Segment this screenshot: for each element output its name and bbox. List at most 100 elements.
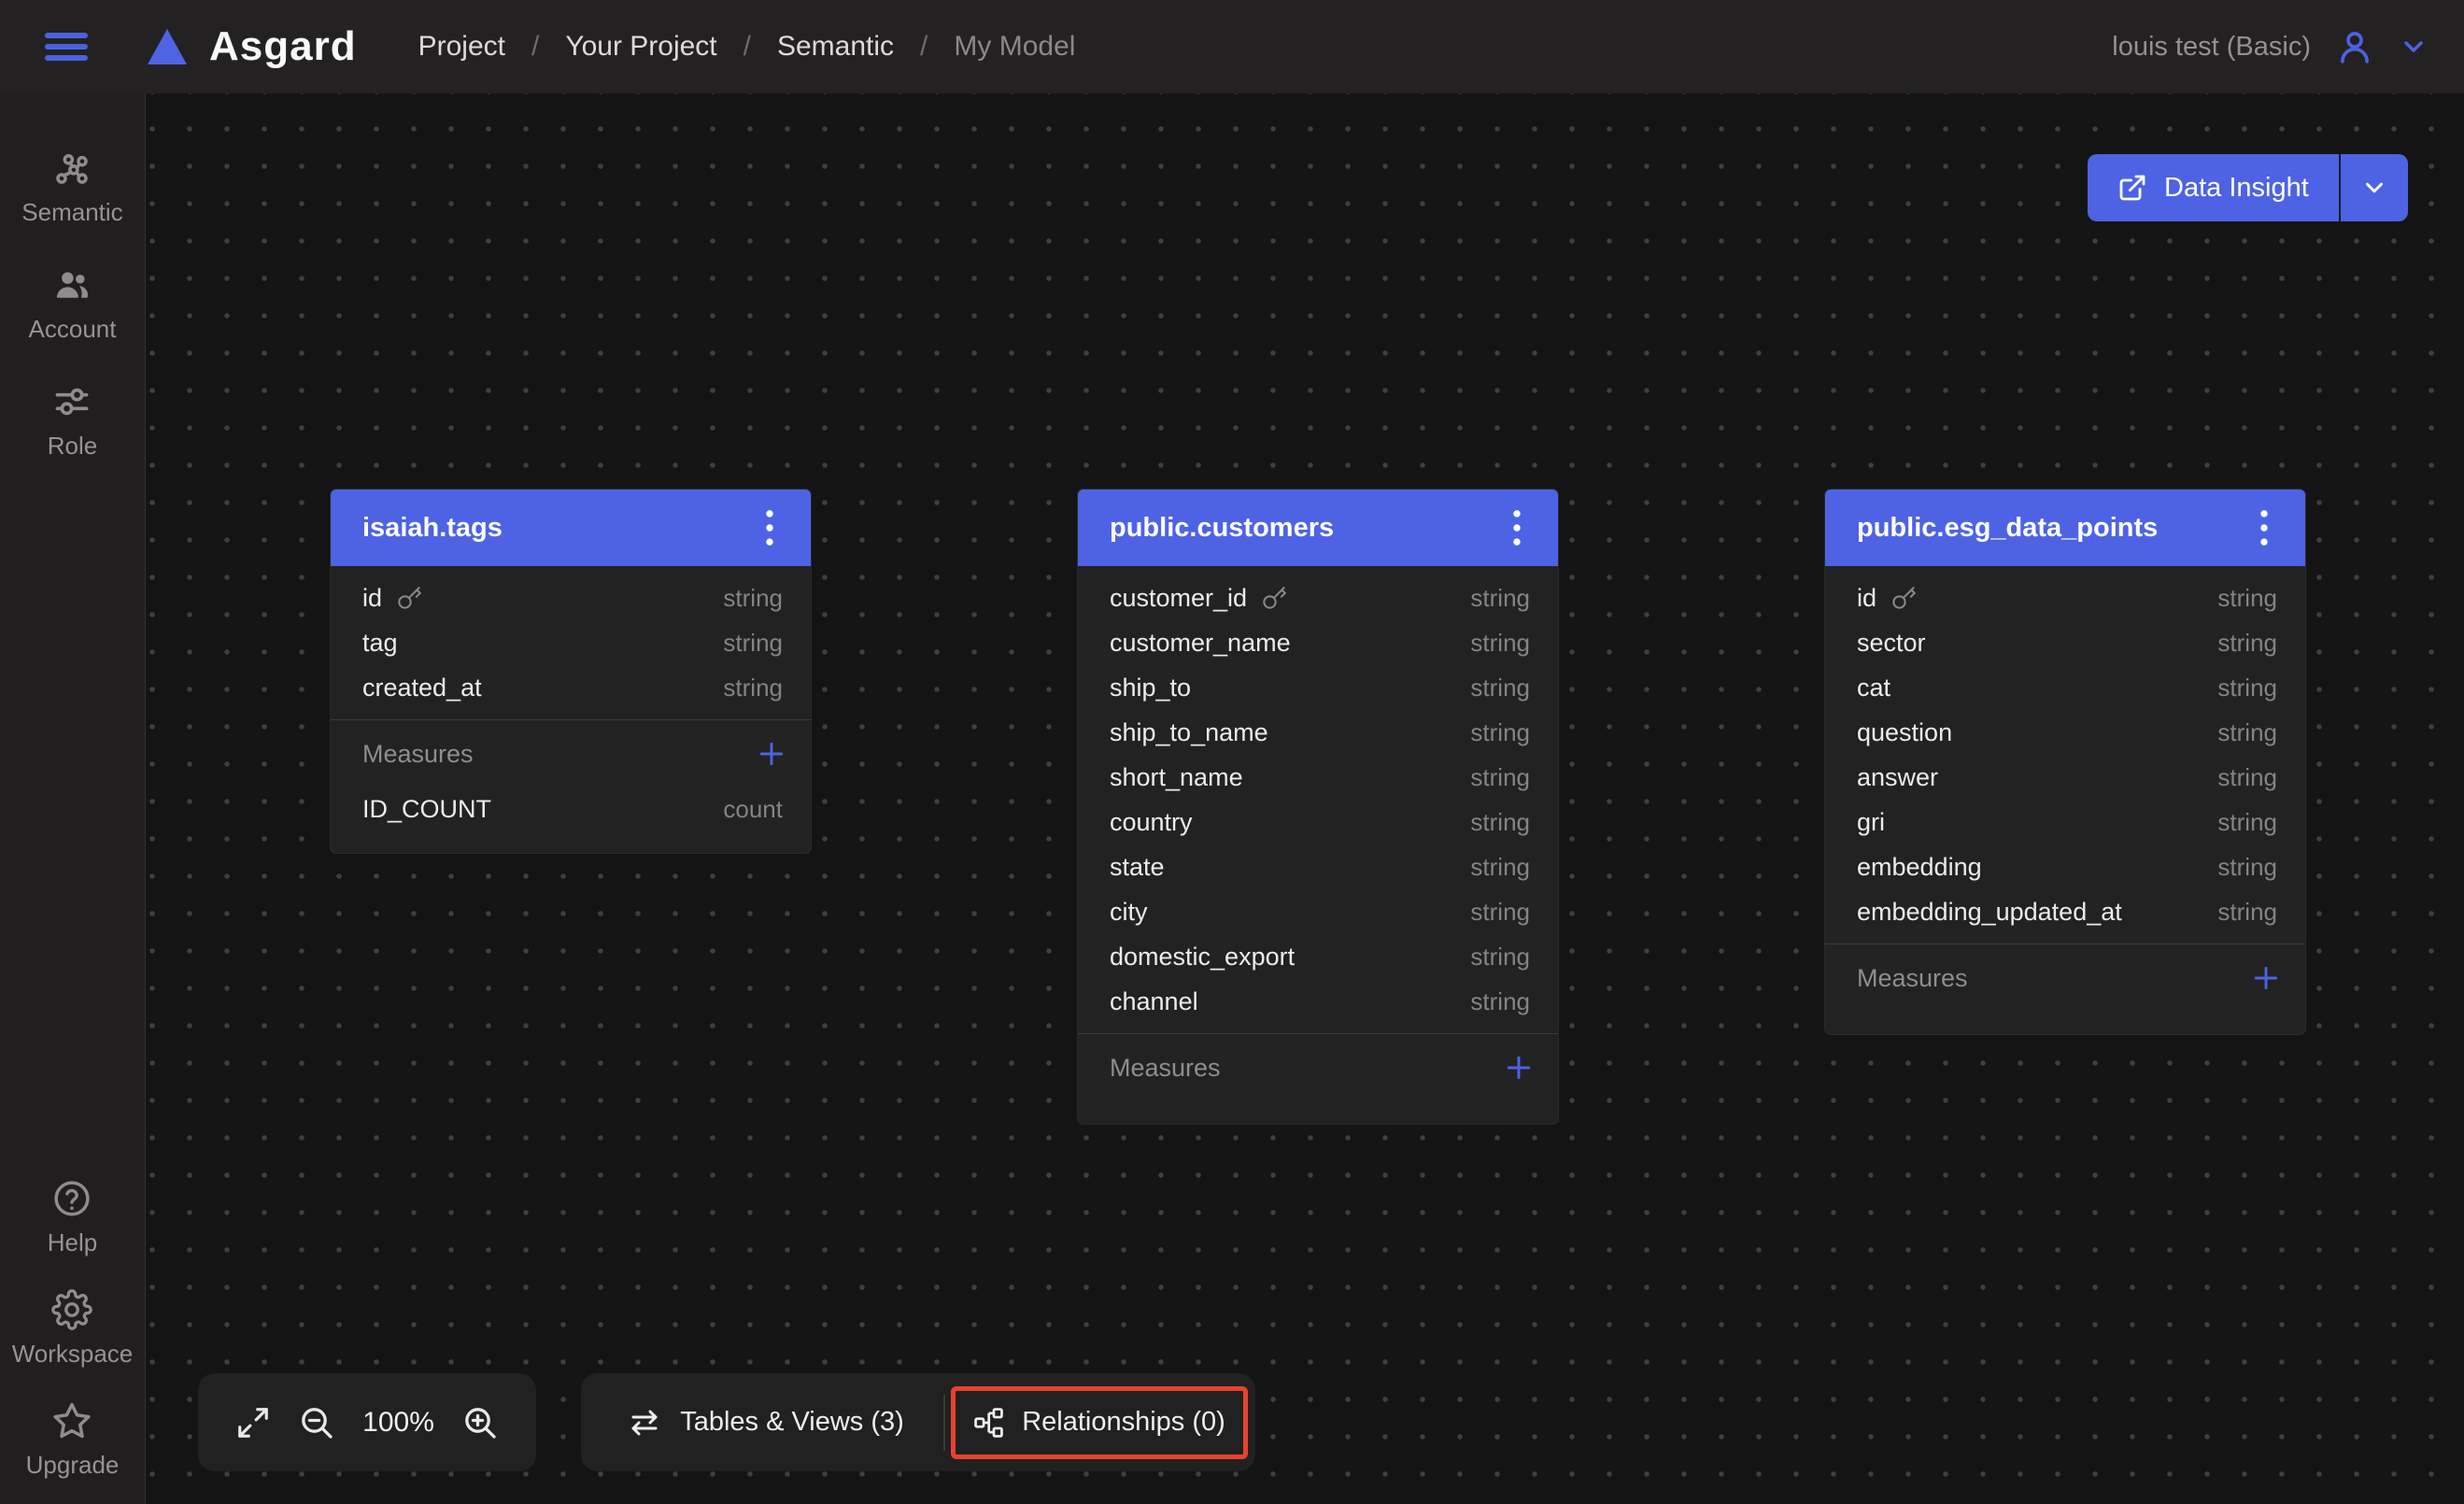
column-type: string xyxy=(1470,629,1530,658)
column-name: cat xyxy=(1857,674,2217,702)
column-row: citystring xyxy=(1078,889,1558,934)
sidebar-item-label: Upgrade xyxy=(26,1451,120,1480)
sidebar-item-workspace[interactable]: Workspace xyxy=(12,1289,134,1369)
sidebar-item-role[interactable]: Role xyxy=(48,381,97,461)
column-row: short_namestring xyxy=(1078,755,1558,800)
column-type: string xyxy=(723,584,783,613)
kebab-menu-icon[interactable] xyxy=(2245,504,2283,552)
add-measure-button[interactable] xyxy=(757,739,786,769)
column-name-text: embedding_updated_at xyxy=(1857,898,2122,927)
column-name-text: cat xyxy=(1857,674,1890,702)
column-name-text: question xyxy=(1857,718,1952,747)
column-row: channelstring xyxy=(1078,979,1558,1024)
hamburger-menu-icon[interactable] xyxy=(45,27,88,66)
sidebar-item-label: Help xyxy=(48,1228,97,1257)
brand-logo[interactable]: Asgard xyxy=(146,23,357,70)
column-name-text: sector xyxy=(1857,629,1926,658)
column-list: customer_idstringcustomer_namestringship… xyxy=(1078,566,1558,1033)
table-card[interactable]: public.customers customer_idstring custome… xyxy=(1078,490,1558,1124)
column-name-text: id xyxy=(362,584,382,613)
tables-views-button[interactable]: Tables & Views (3) xyxy=(588,1373,943,1471)
column-name-text: id xyxy=(1857,584,1876,613)
column-list: id string sector string cat string questionstr… xyxy=(1825,566,2305,944)
canvas-view-switcher: Tables & Views (3) Relationships (0) xyxy=(581,1373,1255,1471)
top-bar: Asgard Project/Your Project/Semantic/My … xyxy=(0,0,2464,93)
column-name: city xyxy=(1110,898,1470,927)
column-name-text: created_at xyxy=(362,674,482,702)
user-menu[interactable]: louis test (Basic) xyxy=(2112,27,2429,66)
column-type: string xyxy=(1470,853,1530,882)
measures-section: Measures xyxy=(1078,1034,1558,1124)
zoom-in-button[interactable] xyxy=(461,1404,499,1441)
column-name-text: customer_id xyxy=(1110,584,1247,613)
model-canvas[interactable]: Data Insight isaiah.tags id string tagstrin… xyxy=(147,93,2464,1504)
graph-icon xyxy=(51,148,92,189)
column-type: string xyxy=(1470,808,1530,837)
column-name: ship_to xyxy=(1110,674,1470,702)
column-name: customer_id xyxy=(1110,584,1470,613)
help-icon xyxy=(51,1178,92,1219)
breadcrumb-separator: / xyxy=(531,31,539,63)
measures-section: Measures xyxy=(1825,944,2305,1034)
breadcrumb-item[interactable]: Project xyxy=(418,31,505,63)
column-type: string xyxy=(2217,898,2277,927)
sidebar-item-label: Role xyxy=(48,432,97,461)
sidebar-item-account[interactable]: Account xyxy=(29,264,117,344)
table-card-header[interactable]: public.esg_data_points xyxy=(1825,490,2305,566)
column-row: ship_tostring xyxy=(1078,665,1558,710)
breadcrumb-item[interactable]: Your Project xyxy=(565,31,716,63)
sidebar-item-label: Semantic xyxy=(21,198,122,227)
primary-key-icon xyxy=(397,586,422,611)
column-name: id xyxy=(362,584,723,613)
column-row: tagstring xyxy=(331,620,811,665)
fit-view-button[interactable] xyxy=(235,1405,271,1440)
column-row: domestic_exportstring xyxy=(1078,934,1558,979)
column-name: sector xyxy=(1857,629,2217,658)
column-name-text: answer xyxy=(1857,763,1938,792)
zoom-level-indicator[interactable]: 100% xyxy=(362,1407,434,1439)
sidebar-item-label: Account xyxy=(29,315,117,344)
column-row: id string xyxy=(331,575,811,620)
zoom-out-button[interactable] xyxy=(298,1404,335,1441)
column-row: questionstring xyxy=(1825,710,2305,755)
app-root: Asgard Project/Your Project/Semantic/My … xyxy=(0,0,2464,1504)
gear-icon xyxy=(51,1289,92,1330)
column-type: string xyxy=(2217,853,2277,882)
kebab-menu-icon[interactable] xyxy=(751,504,788,552)
column-name: question xyxy=(1857,718,2217,747)
measure-type: count xyxy=(723,795,783,824)
column-row: embedding_updated_at string xyxy=(1825,889,2305,934)
user-avatar-icon[interactable] xyxy=(2335,27,2374,66)
column-name: short_name xyxy=(1110,763,1470,792)
column-row: answerstring xyxy=(1825,755,2305,800)
sidebar-item-upgrade[interactable]: Upgrade xyxy=(26,1400,120,1480)
column-name: answer xyxy=(1857,763,2217,792)
highlight-box: Relationships (0) xyxy=(951,1386,1248,1459)
add-measure-button[interactable] xyxy=(2251,963,2281,993)
column-name: embedding xyxy=(1857,853,2217,882)
relationships-button[interactable]: Relationships (0) xyxy=(956,1391,1243,1454)
column-type: string xyxy=(1470,674,1530,702)
triangle-logo-icon xyxy=(146,27,189,66)
add-measure-button[interactable] xyxy=(1504,1053,1534,1083)
sidebar-item-help[interactable]: Help xyxy=(48,1178,97,1257)
people-icon xyxy=(51,264,92,305)
column-name: country xyxy=(1110,808,1470,837)
table-card-header[interactable]: isaiah.tags xyxy=(331,490,811,566)
table-card[interactable]: isaiah.tags id stringtagstring created_at st… xyxy=(331,490,811,853)
breadcrumb-item[interactable]: Semantic xyxy=(777,31,894,63)
star-icon xyxy=(51,1400,92,1441)
sliders-icon xyxy=(51,381,92,422)
chevron-down-icon[interactable] xyxy=(2399,32,2429,62)
column-name-text: domestic_export xyxy=(1110,943,1295,972)
column-name-text: customer_name xyxy=(1110,629,1291,658)
measure-row: ID_COUNTcount xyxy=(331,787,811,830)
table-card[interactable]: public.esg_data_pointsid string sector stri… xyxy=(1825,490,2305,1034)
table-name: public.customers xyxy=(1110,513,1498,544)
sidebar-item-semantic[interactable]: Semantic xyxy=(21,148,122,227)
table-card-header[interactable]: public.customers xyxy=(1078,490,1558,566)
kebab-menu-icon[interactable] xyxy=(1498,504,1536,552)
column-type: string xyxy=(2217,629,2277,658)
data-insight-button[interactable]: Data Insight xyxy=(2088,154,2341,221)
data-insight-dropdown-button[interactable] xyxy=(2341,154,2408,221)
